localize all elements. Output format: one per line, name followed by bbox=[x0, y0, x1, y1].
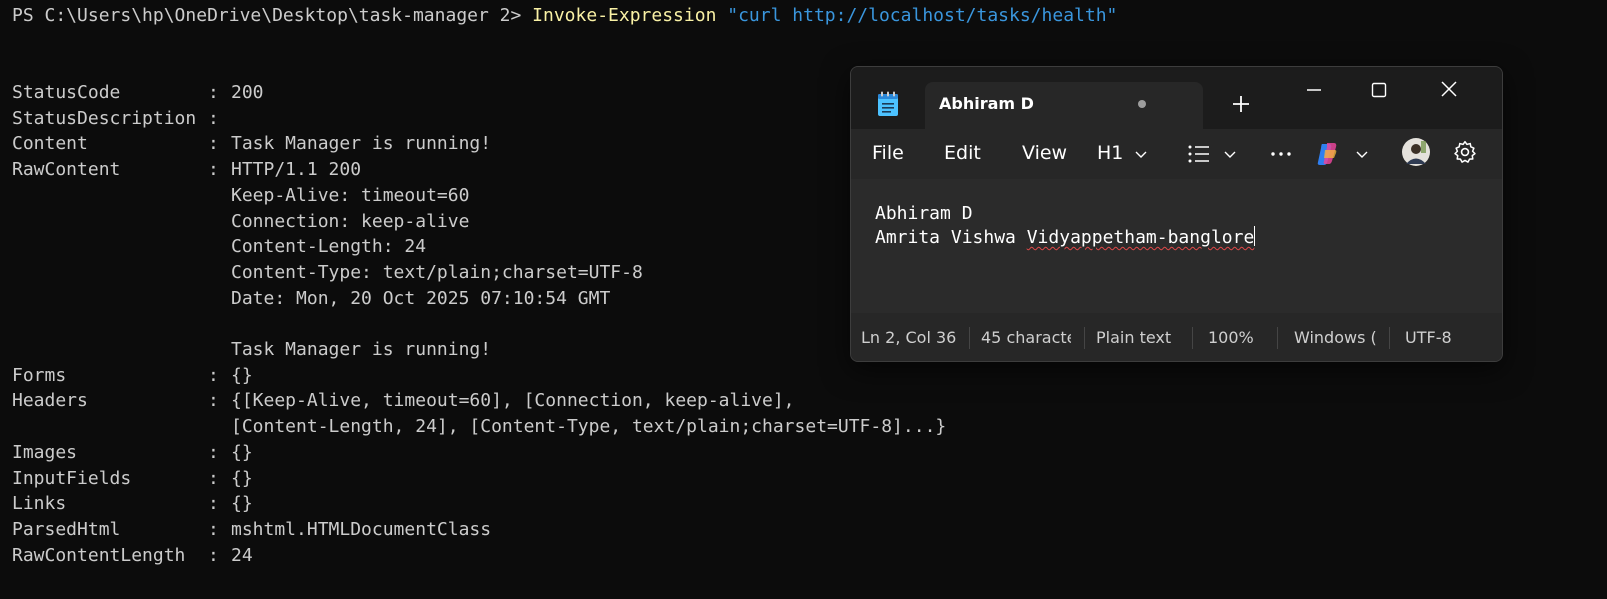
output-value: Connection: keep-alive bbox=[231, 211, 470, 232]
text-editor[interactable]: Abhiram D Amrita Vishwa Vidyappetham-ban… bbox=[851, 179, 1502, 313]
output-separator: : bbox=[208, 159, 219, 180]
editor-line-2: Amrita Vishwa Vidyappetham-banglore bbox=[875, 226, 1256, 250]
chevron-down-icon bbox=[1356, 151, 1368, 158]
editor-line-1: Abhiram D bbox=[875, 203, 973, 224]
command-name: Invoke-Expression bbox=[532, 5, 717, 26]
text-caret bbox=[1254, 226, 1256, 246]
output-key: Forms bbox=[12, 365, 67, 386]
menu-view[interactable]: View bbox=[1022, 142, 1067, 164]
title-bar[interactable]: Abhiram D bbox=[851, 67, 1502, 129]
output-value: Content-Length: 24 bbox=[231, 236, 427, 257]
tab-title: Abhiram D bbox=[939, 94, 1034, 113]
output-separator: : bbox=[208, 82, 219, 103]
avatar[interactable] bbox=[1401, 137, 1431, 167]
output-value: [Content-Length, 24], [Content-Type, tex… bbox=[231, 416, 947, 437]
format-mode[interactable]: Plain text bbox=[1096, 328, 1196, 347]
menu-file[interactable]: File bbox=[872, 142, 904, 164]
status-bar: Ln 2, Col 36 45 characte Plain text 100%… bbox=[851, 313, 1502, 361]
output-value: Content-Type: text/plain;charset=UTF-8 bbox=[231, 262, 643, 283]
output-value: {} bbox=[231, 468, 253, 489]
plus-icon[interactable] bbox=[1229, 92, 1253, 116]
output-value: {} bbox=[231, 442, 253, 463]
output-separator: : bbox=[208, 390, 219, 411]
divider bbox=[1389, 327, 1390, 349]
output-separator: : bbox=[208, 493, 219, 514]
output-key: Images bbox=[12, 442, 78, 463]
cursor-position[interactable]: Ln 2, Col 36 bbox=[861, 328, 961, 347]
output-key: ParsedHtml bbox=[12, 519, 121, 540]
output-value: {} bbox=[231, 493, 253, 514]
output-key: RawContentLength bbox=[12, 545, 186, 566]
unsaved-indicator-icon bbox=[1138, 100, 1146, 108]
output-separator: : bbox=[208, 108, 219, 129]
menu-edit[interactable]: Edit bbox=[944, 142, 981, 164]
command-argument: "curl http://localhost/tasks/health" bbox=[727, 5, 1118, 26]
prompt-path: PS C:\Users\hp\OneDrive\Desktop\task-man… bbox=[12, 5, 533, 26]
output-separator: : bbox=[208, 519, 219, 540]
copilot-button[interactable] bbox=[1315, 139, 1373, 169]
output-value: 200 bbox=[231, 82, 264, 103]
more-icon[interactable] bbox=[1269, 139, 1293, 169]
chevron-down-icon bbox=[1224, 151, 1236, 158]
output-separator: : bbox=[208, 133, 219, 154]
output-separator: : bbox=[208, 442, 219, 463]
menu-bar: File Edit View H1 bbox=[851, 129, 1502, 179]
prompt-line: PS C:\Users\hp\OneDrive\Desktop\task-man… bbox=[12, 5, 1117, 27]
zoom-level[interactable]: 100% bbox=[1208, 328, 1278, 347]
maximize-icon[interactable] bbox=[1356, 75, 1402, 105]
output-separator: : bbox=[208, 545, 219, 566]
output-value: {[Keep-Alive, timeout=60], [Connection, … bbox=[231, 390, 795, 411]
output-value: Date: Mon, 20 Oct 2025 07:10:54 GMT bbox=[231, 288, 611, 309]
notepad-window[interactable]: Abhiram D File Edit View H1 Abhiram D Am… bbox=[850, 66, 1503, 362]
output-value: 24 bbox=[231, 545, 253, 566]
output-value: mshtml.HTMLDocumentClass bbox=[231, 519, 492, 540]
output-separator: : bbox=[208, 365, 219, 386]
output-key: Headers bbox=[12, 390, 88, 411]
divider bbox=[1084, 327, 1085, 349]
close-icon[interactable] bbox=[1426, 75, 1472, 105]
character-count[interactable]: 45 characte bbox=[981, 328, 1071, 347]
encoding[interactable]: UTF-8 bbox=[1405, 328, 1475, 347]
output-key: InputFields bbox=[12, 468, 132, 489]
misspelled-word: Vidyappetham-banglore bbox=[1026, 227, 1255, 248]
output-key: StatusCode bbox=[12, 82, 121, 103]
divider bbox=[969, 327, 970, 349]
gear-icon[interactable] bbox=[1452, 139, 1478, 165]
output-value: HTTP/1.1 200 bbox=[231, 159, 362, 180]
bulleted-list-icon bbox=[1188, 145, 1209, 163]
output-key: Content bbox=[12, 133, 88, 154]
output-value: {} bbox=[231, 365, 253, 386]
output-value: Task Manager is running! bbox=[231, 339, 492, 360]
output-value: Task Manager is running! bbox=[231, 133, 492, 154]
minimize-icon[interactable] bbox=[1291, 75, 1337, 105]
output-key: Links bbox=[12, 493, 67, 514]
output-separator: : bbox=[208, 468, 219, 489]
editor-line-2-text: Amrita Vishwa bbox=[875, 227, 1027, 248]
list-dropdown[interactable] bbox=[1187, 139, 1241, 169]
copilot-icon bbox=[1317, 143, 1337, 165]
heading-dropdown[interactable]: H1 bbox=[1097, 139, 1149, 169]
divider bbox=[1277, 327, 1278, 349]
output-key: RawContent bbox=[12, 159, 121, 180]
tab-abhiram-d[interactable]: Abhiram D bbox=[925, 82, 1203, 129]
output-key: StatusDescription bbox=[12, 108, 197, 129]
notepad-icon bbox=[878, 91, 898, 116]
line-ending[interactable]: Windows ( bbox=[1294, 328, 1376, 347]
heading-label: H1 bbox=[1097, 142, 1124, 164]
output-value: Keep-Alive: timeout=60 bbox=[231, 185, 470, 206]
chevron-down-icon bbox=[1135, 151, 1147, 158]
divider bbox=[1192, 327, 1193, 349]
